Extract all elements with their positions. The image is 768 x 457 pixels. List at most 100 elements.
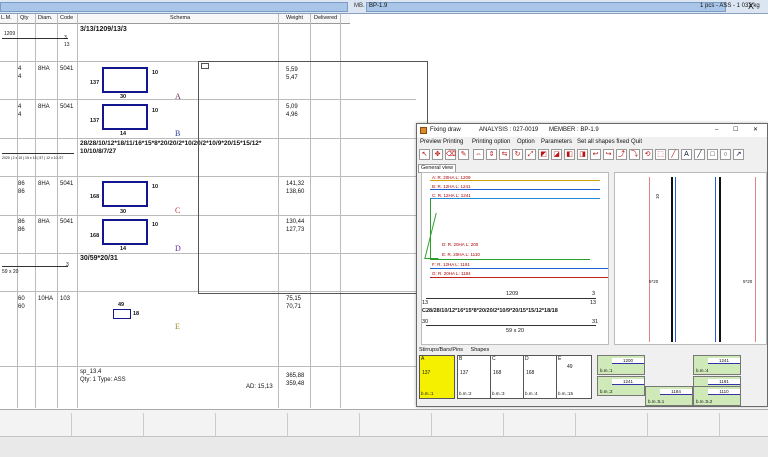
bar-label: B: R. 12HA L: 1241 <box>432 184 471 189</box>
total-weight: 365,88 <box>286 373 305 379</box>
close-icon[interactable]: ✕ <box>753 124 758 137</box>
dim-label: 59 x 20 <box>2 269 19 275</box>
shape-icon[interactable]: ◩ <box>538 149 549 160</box>
dim-label: 137 <box>90 80 100 86</box>
dim-label: 3 <box>66 262 69 268</box>
dim-label: 14 <box>120 131 127 137</box>
selection-rectangle <box>198 61 428 294</box>
axis-label: 1209 <box>506 291 519 297</box>
qty: 60 <box>18 304 25 310</box>
dim-label: 30 <box>120 94 127 100</box>
member-label: MEMBER : BP-1.9 <box>549 127 599 133</box>
qty: 86 <box>18 219 25 225</box>
tab-shapes[interactable]: Shapes <box>471 347 490 353</box>
rotate-icon[interactable]: ↻ <box>512 149 523 160</box>
shape-stirrup <box>102 181 148 207</box>
bar-label: A: R. 20HA L: 1209 <box>432 175 471 180</box>
dim-label: 10 <box>152 184 159 190</box>
qty-type: Qty: 1 Type: ASS <box>80 377 126 383</box>
hook2-icon[interactable]: ↪ <box>603 149 614 160</box>
code: 103 <box>60 296 71 302</box>
dim-label: 14 <box>120 246 127 252</box>
shape-card[interactable]: D 168 b.m.:4 <box>523 355 559 399</box>
select-area-icon[interactable]: ⬚ <box>655 149 666 160</box>
tab-stirrups[interactable]: Stirrups/Bars/Pins <box>419 347 463 353</box>
line-tool-icon[interactable]: ╱ <box>668 149 679 160</box>
dim-label: 30 <box>120 209 127 215</box>
menu-set-all-fixed[interactable]: Set all shapes fixed <box>577 138 629 147</box>
menu-printing[interactable]: Printing <box>443 138 463 147</box>
menu-quit[interactable]: Quit <box>631 138 642 147</box>
dim-label: 10 <box>152 222 159 228</box>
shape-letter: C <box>175 206 181 215</box>
qty: 4 <box>18 104 22 110</box>
minimize-icon[interactable]: – <box>715 124 718 137</box>
menu-bar: Preview Printing Printing option Option … <box>417 138 767 147</box>
qty: 86 <box>18 227 25 233</box>
shape-stirrup <box>102 67 148 93</box>
shape3-icon[interactable]: ◧ <box>564 149 575 160</box>
code: 5041 <box>60 66 74 72</box>
dim-label: 10 <box>152 70 159 76</box>
shape-card[interactable]: A 137 b.m.:1 <box>419 355 455 399</box>
circle-tool-icon[interactable]: ○ <box>720 149 731 160</box>
dim-label: 168 <box>90 194 100 200</box>
bar-card[interactable]: 1241 b.m.:4 <box>693 355 741 375</box>
col-weight: Weight <box>286 15 304 21</box>
checkbox[interactable] <box>201 63 209 69</box>
bar-card[interactable]: 1200 b.m.:1 <box>597 355 645 375</box>
menu-preview[interactable]: Preview <box>420 138 441 147</box>
close-icon[interactable]: X <box>748 2 754 11</box>
mirror-icon[interactable]: ⇆ <box>499 149 510 160</box>
dim-label: 5*20 <box>649 279 659 284</box>
dim-label: 18 <box>133 311 140 317</box>
section-view-canvas[interactable]: 10 5*20 5*20 <box>614 172 767 345</box>
menu-printing-option[interactable]: Printing option <box>472 138 510 147</box>
qty: 4 <box>18 112 22 118</box>
menu-parameters[interactable]: Parameters <box>541 138 572 147</box>
diam: 8HA <box>38 66 50 72</box>
align-icon[interactable]: ⇔ <box>473 149 484 160</box>
col-qty: Qty <box>20 15 29 21</box>
erase-icon[interactable]: ⌫ <box>445 149 456 160</box>
dim-label: 168 <box>90 233 100 239</box>
shape-card[interactable]: E 49 b.m.:15 <box>556 355 592 399</box>
slash-tool-icon[interactable]: ╱ <box>694 149 705 160</box>
rectangle-tool-icon[interactable]: □ <box>707 149 718 160</box>
maximize-icon[interactable]: ☐ <box>733 124 738 137</box>
shape-stirrup <box>102 219 148 245</box>
bar-card[interactable]: 1241 b.m.:2 <box>597 376 645 396</box>
diam: 10HA <box>38 296 54 302</box>
hook3-icon[interactable]: ⤴ <box>616 149 627 160</box>
text-tool-icon[interactable]: A <box>681 149 692 160</box>
axis-label: 31 <box>592 319 599 325</box>
shape-card[interactable]: C 168 b.m.:3 <box>490 355 526 399</box>
qty: 4 <box>18 66 22 72</box>
hook4-icon[interactable]: ⤵ <box>629 149 640 160</box>
qty: 86 <box>18 189 25 195</box>
bar-card[interactable]: 1184 b.m.:5.1 <box>645 386 693 406</box>
bar-label: D: R. 20HA L: 200 <box>442 242 479 247</box>
bar-card[interactable]: 1110 b.m.:5.2 <box>693 386 741 406</box>
bar-label: F: R. 12HA L: 1191 <box>432 262 470 267</box>
pencil-icon[interactable]: ✎ <box>458 149 469 160</box>
general-view-canvas[interactable]: A: R. 20HA L: 1209 B: R. 12HA L: 1241 C:… <box>421 172 609 345</box>
hook-icon[interactable]: ↩ <box>590 149 601 160</box>
hook5-icon[interactable]: ⟲ <box>642 149 653 160</box>
shape2-icon[interactable]: ◪ <box>551 149 562 160</box>
code: 5041 <box>60 104 74 110</box>
filter-field[interactable] <box>0 2 348 12</box>
shape4-icon[interactable]: ◨ <box>577 149 588 160</box>
align-v-icon[interactable]: ⇕ <box>486 149 497 160</box>
member-field[interactable]: BP-1.9 <box>366 2 726 12</box>
stretch-icon[interactable]: ⤢ <box>525 149 536 160</box>
arrow-tool-icon[interactable]: ↗ <box>733 149 744 160</box>
menu-option[interactable]: Option <box>517 138 535 147</box>
move-icon[interactable]: ✥ <box>432 149 443 160</box>
col-code: Code <box>60 15 74 21</box>
analysis-label: ANALYSIS : 027-0019 <box>479 127 539 133</box>
pointer-icon[interactable]: ↖ <box>419 149 430 160</box>
app-icon <box>420 127 427 134</box>
shape-card[interactable]: B 137 b.m.:2 <box>457 355 493 399</box>
col-schema: Schema <box>170 15 191 21</box>
